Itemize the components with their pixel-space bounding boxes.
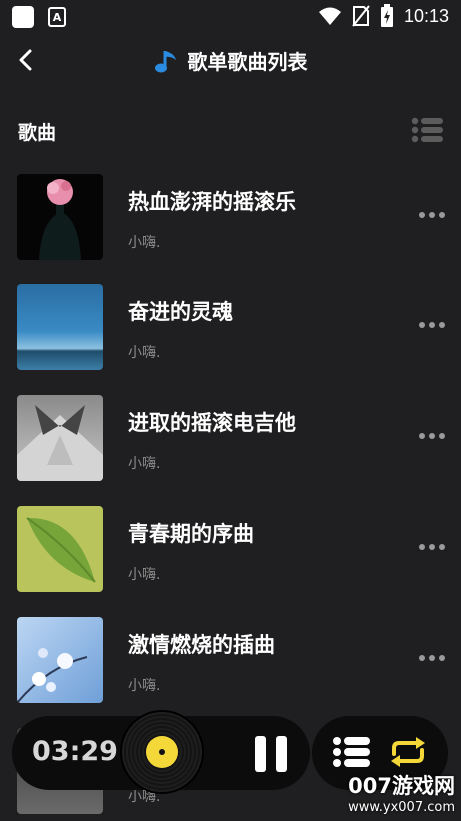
song-item[interactable]: 热血澎湃的摇滚乐 小嗨. [0, 174, 461, 274]
repeat-icon[interactable] [388, 736, 428, 768]
section-title: 歌曲 [18, 122, 57, 144]
music-note-icon [154, 50, 176, 72]
song-title: 进取的摇滚电吉他 [128, 411, 296, 435]
more-options-icon[interactable] [419, 544, 445, 550]
mini-player[interactable]: 03:29 [12, 712, 310, 792]
song-artist: 小嗨. [128, 456, 161, 472]
notification-square-icon [12, 6, 34, 28]
song-cover [17, 506, 103, 592]
song-title: 热血澎湃的摇滚乐 [128, 190, 296, 214]
watermark-url: www.yx007.com [348, 800, 455, 815]
header: 歌单歌曲列表 [0, 40, 461, 80]
song-artist: 小嗨. [128, 235, 161, 251]
song-cover [17, 617, 103, 703]
no-sim-icon [352, 5, 370, 27]
clock: 10:13 [403, 5, 449, 26]
notification-a-icon: A [48, 7, 66, 27]
playlist-icon[interactable] [332, 736, 370, 768]
song-artist: 小嗨. [128, 567, 161, 583]
list-view-icon[interactable] [411, 117, 443, 143]
watermark-title: 007游戏网 [348, 774, 455, 798]
song-cover [17, 284, 103, 370]
song-artist: 小嗨. [128, 345, 161, 361]
song-item[interactable]: 激情燃烧的插曲 小嗨. [0, 617, 461, 717]
song-cover [17, 174, 103, 260]
more-options-icon[interactable] [419, 655, 445, 661]
pause-button[interactable] [255, 736, 291, 772]
song-item[interactable]: 进取的摇滚电吉他 小嗨. [0, 395, 461, 495]
wifi-icon [318, 7, 341, 25]
disc-label [146, 736, 178, 768]
battery-charging-icon [380, 4, 393, 27]
vinyl-disc-icon[interactable] [122, 712, 202, 792]
song-title: 青春期的序曲 [128, 522, 254, 546]
more-options-icon[interactable] [419, 433, 445, 439]
song-cover [17, 395, 103, 481]
status-bar: A 10:13 [0, 0, 461, 34]
page-title: 歌单歌曲列表 [187, 50, 308, 74]
song-item[interactable]: 青春期的序曲 小嗨. [0, 506, 461, 606]
song-title: 激情燃烧的插曲 [128, 633, 275, 657]
song-title: 奋进的灵魂 [128, 300, 233, 324]
more-options-icon[interactable] [419, 322, 445, 328]
watermark: 007游戏网 www.yx007.com [348, 770, 455, 815]
song-item[interactable]: 奋进的灵魂 小嗨. [0, 284, 461, 384]
song-artist: 小嗨. [128, 678, 161, 694]
more-options-icon[interactable] [419, 212, 445, 218]
elapsed-time: 03:29 [32, 736, 118, 767]
